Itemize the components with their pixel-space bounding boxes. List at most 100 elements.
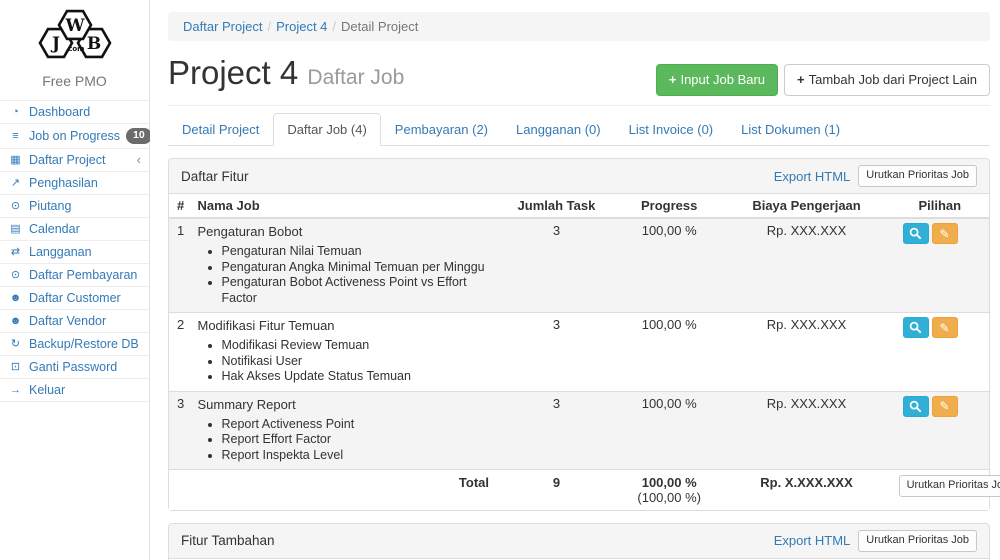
breadcrumb-project-4[interactable]: Project 4 (276, 19, 327, 34)
tab-link-detail-project[interactable]: Detail Project (168, 113, 273, 146)
tasks-icon: ≡ (8, 130, 23, 142)
sort-priority-button[interactable]: Urutkan Prioritas Job (858, 165, 977, 187)
svg-text:.com: .com (65, 45, 84, 53)
progress-value: 100,00 % (616, 218, 723, 313)
sidebar: JBW.com Free PMO ◔ Dashboard ≡Job on Progr… (0, 0, 150, 560)
sidebar-item-langganan[interactable]: ⇄Langganan (0, 241, 149, 264)
total-progress: 100,00 % (100,00 %) (616, 470, 723, 511)
sidebar-item-dashboard[interactable]: ◔ Dashboard (0, 101, 149, 124)
panel-heading: Daftar FiturExport HTMLUrutkan Prioritas… (169, 159, 989, 194)
plus-icon: + (797, 72, 805, 87)
search-icon (909, 400, 922, 413)
subtask-list: Modifikasi Review TemuanNotifikasi UserH… (222, 338, 490, 385)
cost-value: Rp. XXX.XXX (722, 391, 890, 470)
sidebar-item-calendar[interactable]: ▤Calendar (0, 218, 149, 241)
column-header-nama-job: Nama Job (190, 194, 498, 218)
sidebar-item-backup-restore-db[interactable]: ↻Backup/Restore DB (0, 333, 149, 356)
sidebar-item-label: Daftar Vendor (29, 314, 106, 328)
total-progress-overall: (100,00 %) (637, 490, 701, 505)
tambah-job-dari-project-lain-button[interactable]: + Tambah Job dari Project Lain (784, 64, 990, 96)
export-html-link[interactable]: Export HTML (774, 169, 851, 184)
sign-out-icon: → (8, 384, 23, 396)
sidebar-item-label: Dashboard (29, 105, 90, 119)
tab-link-langganan-0[interactable]: Langganan (0) (502, 113, 615, 146)
sidebar-item-label: Daftar Pembayaran (29, 268, 137, 282)
sidebar-item-label: Ganti Password (29, 360, 117, 374)
breadcrumb-separator: / (262, 19, 276, 34)
input-job-baru-button[interactable]: +Input Job Baru (656, 64, 778, 96)
count-badge: 10 (126, 128, 152, 144)
panel-daftar-fitur: Daftar FiturExport HTMLUrutkan Prioritas… (168, 158, 990, 511)
view-job-button[interactable] (903, 396, 929, 417)
export-html-link[interactable]: Export HTML (774, 533, 851, 548)
panel-heading-actions: Export HTML Urutkan Prioritas Job (774, 165, 977, 187)
svg-text:J: J (49, 34, 59, 54)
sidebar-item-label: Keluar (29, 383, 65, 397)
total-spacer (169, 470, 190, 511)
tab-link-daftar-job-4[interactable]: Daftar Job (4) (273, 113, 380, 146)
breadcrumb-daftar-project[interactable]: Daftar Project (183, 19, 262, 34)
edit-job-button[interactable]: ✎ (932, 223, 958, 244)
edit-job-button[interactable]: ✎ (932, 396, 958, 417)
total-progress-value: 100,00 % (642, 475, 697, 490)
breadcrumb-detail-project: Detail Project (341, 19, 418, 34)
sidebar-item-label: Daftar Project (29, 153, 105, 167)
sort-priority-button[interactable]: Urutkan Prioritas Job (899, 475, 1000, 497)
dashboard-icon: ◔ (8, 106, 23, 118)
job-cell: Modifikasi Fitur Temuan Modifikasi Review… (190, 313, 498, 392)
progress-value: 100,00 % (616, 391, 723, 470)
panel-title: Fitur Tambahan (181, 533, 275, 548)
sidebar-item-daftar-pembayaran[interactable]: ⊙ Daftar Pembayaran (0, 264, 149, 287)
sidebar-item-label: Daftar Customer (29, 291, 121, 305)
column-header-biaya-pengerjaan: Biaya Pengerjaan (722, 194, 890, 218)
sidebar-item-ganti-password[interactable]: ⊡Ganti Password (0, 356, 149, 379)
total-cost: Rp. X.XXX.XXX (722, 470, 890, 511)
column-header-progress: Progress (616, 194, 723, 218)
sidebar-item-daftar-vendor[interactable]: ☻Daftar Vendor (0, 310, 149, 333)
panel-fitur-tambahan: Fitur Tambahan Export HTML Urutkan Priorit… (168, 523, 990, 560)
tab-link-pembayaran-2[interactable]: Pembayaran (2) (381, 113, 502, 146)
table-row: 3Summary ReportReport Activeness PointRe… (169, 391, 989, 470)
edit-icon: ✎ (940, 400, 950, 412)
tab-pembayaran-2: Pembayaran (2) (381, 113, 502, 146)
tab-langganan-0: Langganan (0) (502, 113, 615, 146)
main-content: Daftar Project/Project 4/Detail Project … (150, 0, 1000, 560)
panel-heading-actions: Export HTML Urutkan Prioritas Job (774, 530, 977, 552)
total-actions-cell: Urutkan Prioritas Job (891, 470, 989, 511)
sidebar-item-daftar-customer[interactable]: ☻Daftar Customer (0, 287, 149, 310)
header-row: #Nama JobJumlah TaskProgressBiaya Penger… (169, 194, 989, 218)
money-icon: ⊙ (8, 268, 23, 281)
sidebar-item-label: Penghasilan (29, 176, 98, 190)
subtask-item: Pengaturan Nilai Temuan (222, 244, 490, 260)
brand[interactable]: JBW.com Free PMO (0, 0, 149, 89)
panel-heading: Fitur Tambahan Export HTML Urutkan Priorit… (169, 524, 989, 559)
table-body: 1Pengaturan BobotPengaturan Nilai Temuan… (169, 218, 989, 510)
job-cell: Pengaturan BobotPengaturan Nilai TemuanP… (190, 218, 498, 313)
subtask-item: Modifikasi Review Temuan (222, 338, 490, 354)
sidebar-item-label: Backup/Restore DB (29, 337, 139, 351)
actions-cell: ✎ (891, 313, 989, 392)
view-job-button[interactable] (903, 223, 929, 244)
total-row: Total9100,00 % (100,00 %)Rp. X.XXX.XXXUr… (169, 470, 989, 511)
button-label: Tambah Job dari Project Lain (809, 72, 977, 87)
sidebar-item-penghasilan[interactable]: ↗Penghasilan (0, 172, 149, 195)
table-head: #Nama JobJumlah TaskProgressBiaya Penger… (169, 194, 989, 218)
sidebar-item-label: Piutang (29, 199, 71, 213)
sidebar-item-daftar-project[interactable]: ▦Daftar Project‹ (0, 149, 149, 172)
tab-link-list-invoice-0[interactable]: List Invoice (0) (615, 113, 728, 146)
subtask-list: Report Activeness PointReport Effort Fac… (222, 417, 490, 464)
tab-link-list-dokumen-1[interactable]: List Dokumen (1) (727, 113, 854, 146)
view-job-button[interactable] (903, 317, 929, 338)
edit-job-button[interactable]: ✎ (932, 317, 958, 338)
column-header-pilihan: Pilihan (891, 194, 989, 218)
job-name: Modifikasi Fitur Temuan (198, 317, 490, 335)
panels-container: Daftar FiturExport HTMLUrutkan Prioritas… (168, 158, 990, 560)
sidebar-item-job-on-progress[interactable]: ≡Job on Progress10 (0, 124, 149, 149)
sidebar-item-piutang[interactable]: ⊙Piutang (0, 195, 149, 218)
sidebar-item-keluar[interactable]: → Keluar (0, 379, 149, 402)
edit-icon: ✎ (940, 228, 950, 240)
job-name: Summary Report (198, 396, 490, 414)
tab-list-invoice-0: List Invoice (0) (615, 113, 728, 146)
actions-cell: ✎ (891, 391, 989, 470)
sort-priority-button[interactable]: Urutkan Prioritas Job (858, 530, 977, 552)
